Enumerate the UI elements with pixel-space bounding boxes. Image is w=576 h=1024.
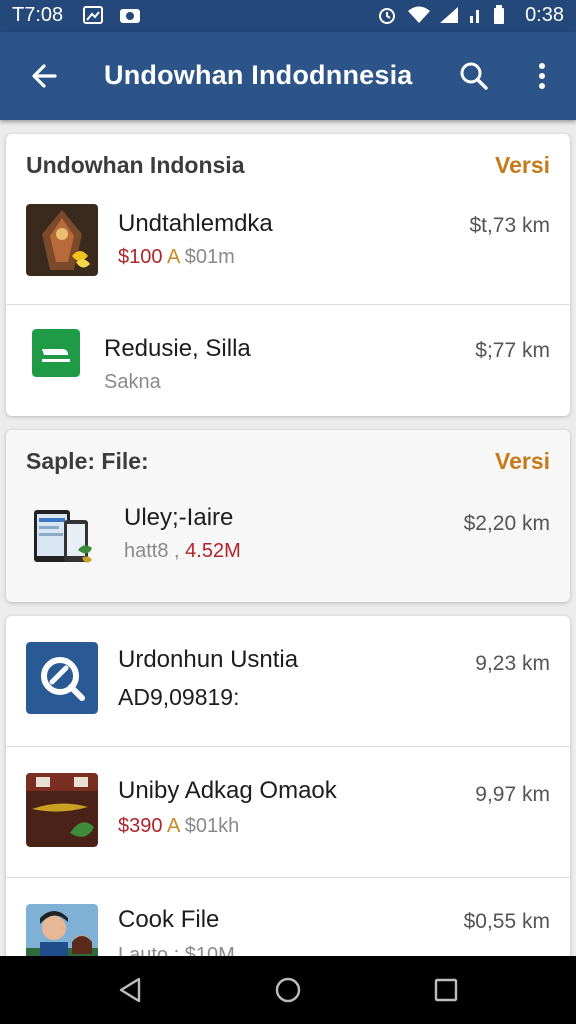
item-name: Urdonhun Usntia — [118, 646, 299, 673]
status-bar: T7:08 0:38 — [0, 0, 576, 32]
item-sub-text: $01m — [179, 246, 235, 268]
back-triangle-icon[interactable] — [108, 970, 152, 1010]
item-sub-text: $01kh — [179, 815, 240, 837]
section-header: Saple: File: Versi — [6, 430, 570, 490]
item-distance: $t,73 km — [469, 214, 550, 237]
artwork-thumbnail — [26, 204, 98, 276]
alarm-icon — [376, 5, 398, 25]
more-options-icon[interactable] — [520, 54, 564, 98]
magnifier-app-icon — [26, 642, 98, 714]
signal-icon — [438, 5, 460, 25]
item-subtitle: Sakna — [104, 371, 161, 393]
item-sub-text: hatt8 , — [124, 540, 180, 562]
item-distance: 9,23 km — [475, 652, 550, 675]
item-marker: A — [166, 246, 180, 268]
list-item[interactable]: Redusie, Silla Sakna $;77 km — [6, 305, 570, 415]
item-subtitle: hatt8 , 4.52M — [124, 540, 241, 563]
page-title: Undowhan Indodnnesia — [104, 60, 413, 90]
section-version-link[interactable]: Versi — [495, 448, 550, 475]
item-distance: $0,55 km — [463, 910, 550, 933]
signal-weak-icon — [466, 5, 484, 25]
recents-square-icon[interactable] — [424, 970, 468, 1010]
item-subtitle: $100 A $01m — [118, 246, 235, 269]
item-name: Undtahlemdka — [118, 210, 273, 237]
item-subtitle: $390 A $01kh — [118, 815, 239, 838]
item-name: Uley;-Iaire — [124, 504, 234, 531]
system-navigation-bar — [0, 956, 576, 1024]
wifi-icon — [406, 5, 432, 25]
item-distance: 9,97 km — [475, 783, 550, 806]
status-time: T7:08 — [12, 4, 64, 26]
item-price: $100 — [118, 246, 163, 268]
section-title: Saple: File: — [26, 448, 149, 474]
list-item[interactable]: Urdonhun Usntia AD9,09819: 9,23 km — [6, 616, 570, 746]
item-price: 4.52M — [185, 540, 241, 562]
item-name: Cook File — [118, 906, 220, 933]
item-name: Redusie, Silla — [104, 335, 251, 362]
battery-icon — [492, 5, 506, 25]
food-thumbnail — [26, 773, 98, 847]
section-card-2: Saple: File: Versi Uley;-Iaire hatt8 , 4… — [6, 430, 570, 602]
list-item[interactable]: Undtahlemdka $100 A $01m $t,73 km — [6, 196, 570, 304]
camera-notification-icon — [118, 5, 142, 25]
section-card-3: Urdonhun Usntia AD9,09819: 9,23 km Uniby… — [6, 616, 570, 976]
back-arrow-icon[interactable] — [22, 56, 66, 96]
devices-icon — [30, 506, 96, 568]
app-bar: Undowhan Indodnnesia — [0, 32, 576, 120]
item-name: Uniby Adkag Omaok — [118, 777, 337, 804]
section-version-link[interactable]: Versi — [495, 152, 550, 179]
list-item[interactable]: Uley;-Iaire hatt8 , 4.52M $2,20 km — [6, 492, 570, 600]
item-distance: $2,20 km — [463, 512, 550, 535]
item-price: $390 — [118, 815, 163, 837]
section-card-1: Undowhan Indonsia Versi Undtahlemdka $10… — [6, 134, 570, 416]
image-notification-icon — [82, 5, 104, 25]
search-icon[interactable] — [452, 54, 496, 98]
item-subtitle: AD9,09819: — [118, 684, 240, 710]
section-header: Undowhan Indonsia Versi — [6, 134, 570, 194]
home-circle-icon[interactable] — [266, 970, 310, 1010]
section-title: Undowhan Indonsia — [26, 152, 245, 178]
list-item[interactable]: Uniby Adkag Omaok $390 A $01kh 9,97 km — [6, 747, 570, 877]
green-app-icon — [32, 329, 80, 377]
status-clock: 0:38 — [525, 4, 564, 26]
item-marker: A — [166, 815, 180, 837]
item-distance: $;77 km — [475, 339, 550, 362]
